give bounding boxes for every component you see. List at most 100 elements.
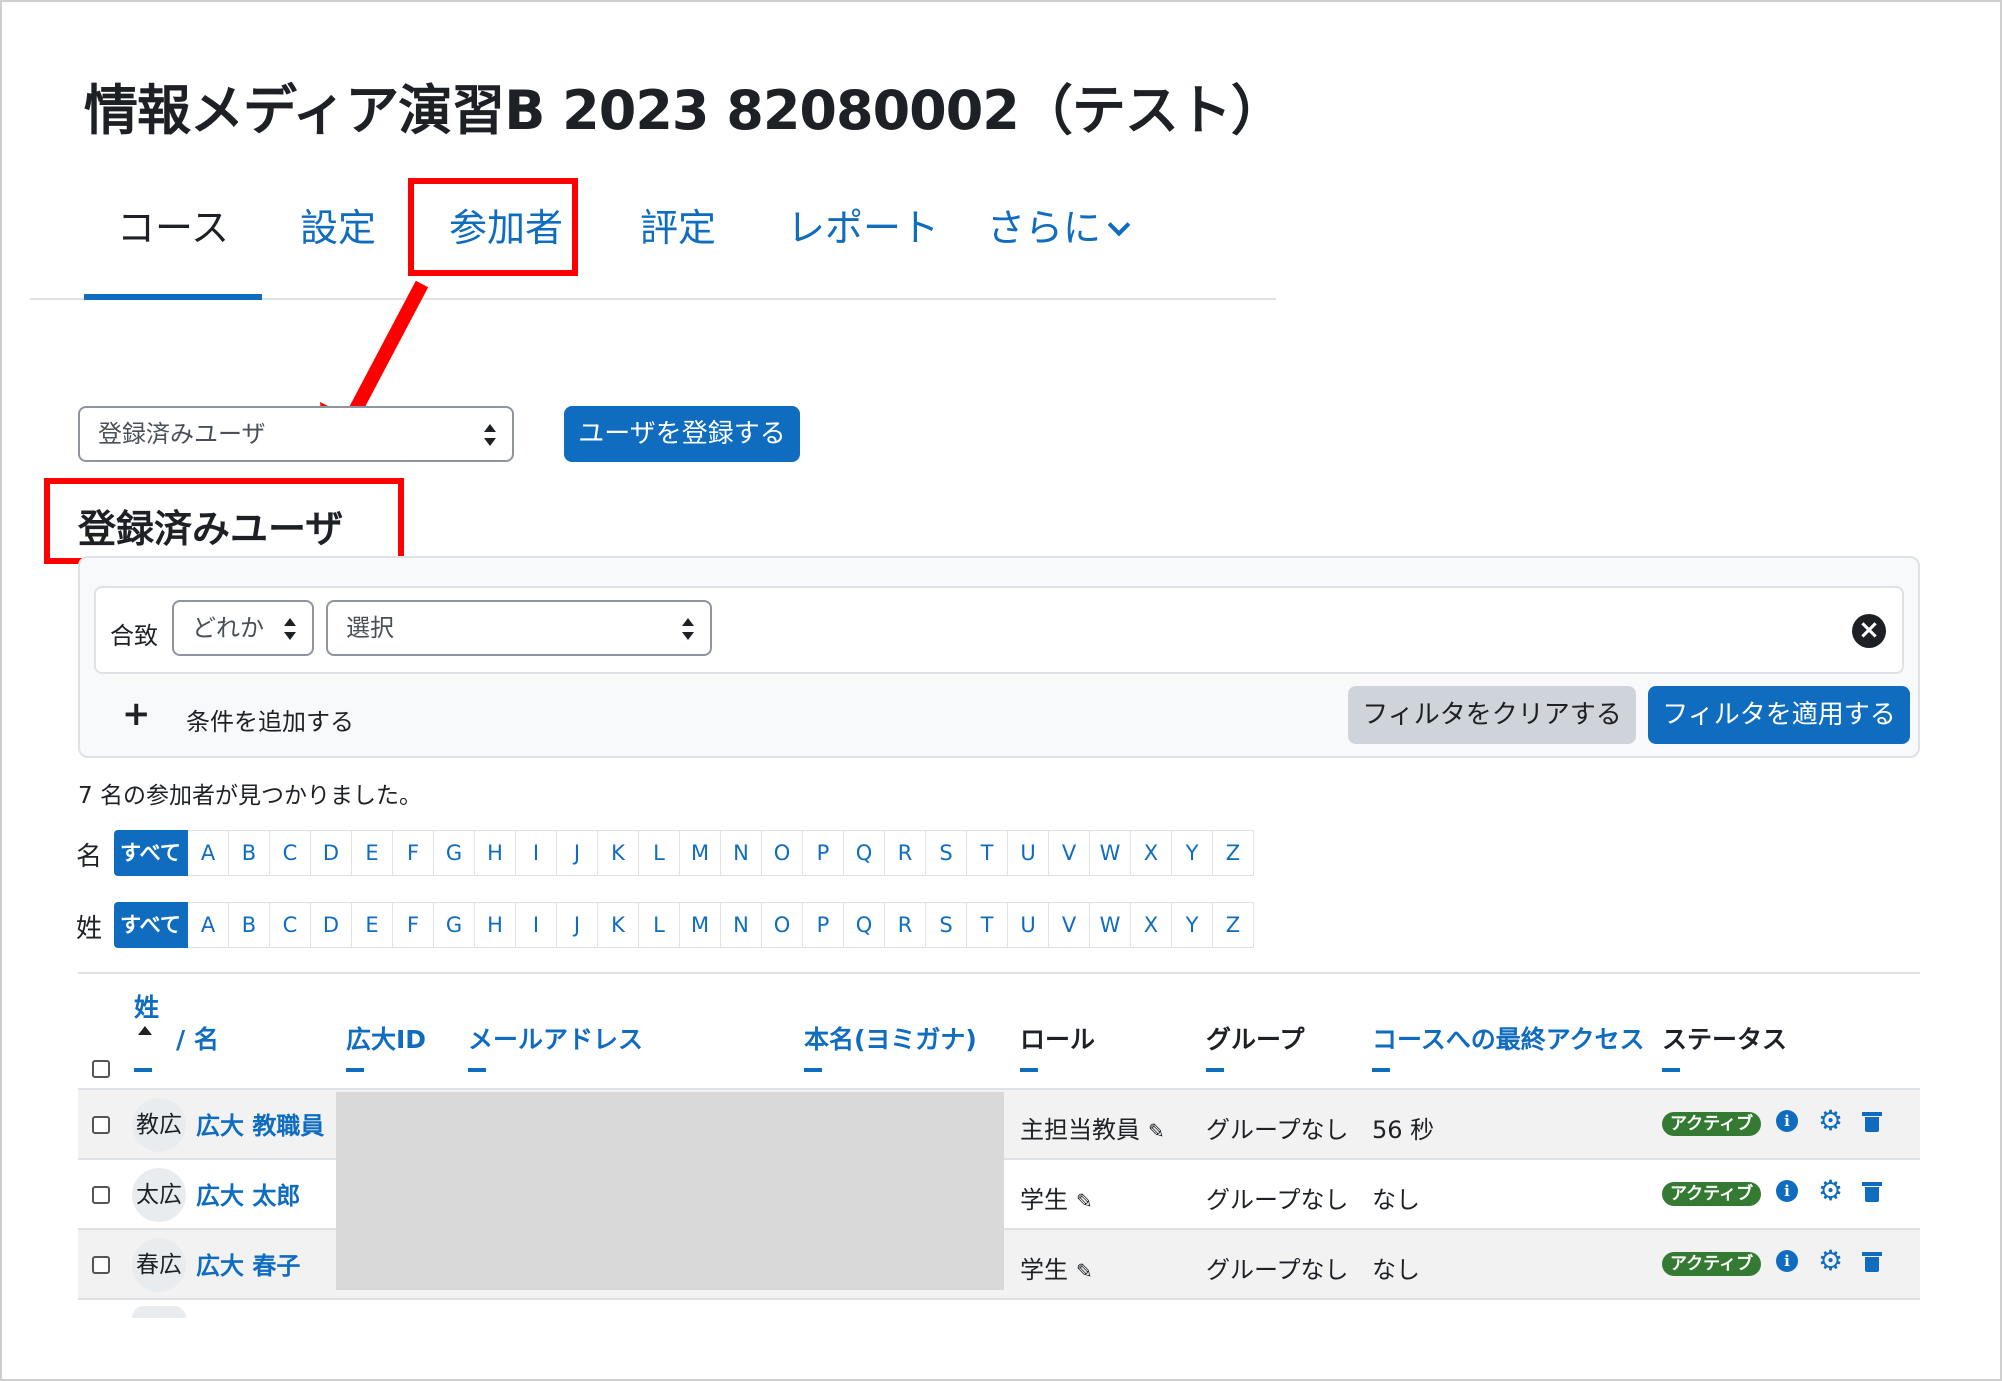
lastname-initial-w[interactable]: W xyxy=(1090,902,1131,948)
lastname-initial-b[interactable]: B xyxy=(229,902,270,948)
tab-more[interactable]: さらに xyxy=(962,200,1152,300)
row-checkbox[interactable] xyxy=(92,1256,110,1274)
info-icon[interactable]: i xyxy=(1776,1110,1798,1132)
firstname-initial-w[interactable]: W xyxy=(1090,830,1131,876)
firstname-initial-x[interactable]: X xyxy=(1131,830,1172,876)
tab-settings[interactable]: 設定 xyxy=(288,200,388,300)
header-hirodai-id[interactable]: 広大ID xyxy=(346,1020,426,1056)
lastname-initial-q[interactable]: Q xyxy=(844,902,885,948)
tab-course[interactable]: コース xyxy=(84,200,262,300)
trash-icon[interactable] xyxy=(1862,1182,1882,1202)
lastname-initial-f[interactable]: F xyxy=(393,902,434,948)
lastname-initial-j[interactable]: J xyxy=(557,902,598,948)
firstname-initial-c[interactable]: C xyxy=(270,830,311,876)
firstname-initial-d[interactable]: D xyxy=(311,830,352,876)
firstname-initial-i[interactable]: I xyxy=(516,830,557,876)
collapse-column-icon[interactable] xyxy=(1662,1068,1680,1072)
firstname-initial-z[interactable]: Z xyxy=(1213,830,1254,876)
row-checkbox[interactable] xyxy=(92,1116,110,1134)
lastname-initial-p[interactable]: P xyxy=(803,902,844,948)
firstname-initial-m[interactable]: M xyxy=(680,830,721,876)
lastname-initial-d[interactable]: D xyxy=(311,902,352,948)
lastname-initial-z[interactable]: Z xyxy=(1213,902,1254,948)
collapse-column-icon[interactable] xyxy=(346,1068,364,1072)
firstname-initial-j[interactable]: J xyxy=(557,830,598,876)
lastname-initial-k[interactable]: K xyxy=(598,902,639,948)
lastname-initial-y[interactable]: Y xyxy=(1172,902,1213,948)
firstname-initial-y[interactable]: Y xyxy=(1172,830,1213,876)
pencil-icon[interactable]: ✎ xyxy=(1076,1189,1093,1213)
lastname-initial-e[interactable]: E xyxy=(352,902,393,948)
lastname-initial-i[interactable]: I xyxy=(516,902,557,948)
lastname-initial-a[interactable]: A xyxy=(188,902,229,948)
pencil-icon[interactable]: ✎ xyxy=(1076,1259,1093,1283)
filter-type-select[interactable]: 選択 xyxy=(326,600,712,656)
collapse-column-icon[interactable] xyxy=(1206,1068,1224,1072)
firstname-initial-h[interactable]: H xyxy=(475,830,516,876)
firstname-initial-p[interactable]: P xyxy=(803,830,844,876)
lastname-initial-o[interactable]: O xyxy=(762,902,803,948)
header-firstname[interactable]: / 名 xyxy=(176,1020,219,1056)
firstname-initial-u[interactable]: U xyxy=(1008,830,1049,876)
lastname-initial-m[interactable]: M xyxy=(680,902,721,948)
clear-filters-button[interactable]: フィルタをクリアする xyxy=(1348,686,1636,744)
participants-view-select[interactable]: 登録済みユーザ xyxy=(78,406,514,462)
gear-icon[interactable]: ⚙ xyxy=(1818,1174,1843,1207)
lastname-initial-h[interactable]: H xyxy=(475,902,516,948)
lastname-initial-n[interactable]: N xyxy=(721,902,762,948)
lastname-initial-x[interactable]: X xyxy=(1131,902,1172,948)
info-icon[interactable]: i xyxy=(1776,1250,1798,1272)
firstname-initial-s[interactable]: S xyxy=(926,830,967,876)
firstname-initial-q[interactable]: Q xyxy=(844,830,885,876)
tab-reports[interactable]: レポート xyxy=(768,200,958,300)
pencil-icon[interactable]: ✎ xyxy=(1148,1119,1165,1143)
lastname-initial-u[interactable]: U xyxy=(1008,902,1049,948)
lastname-initial-s[interactable]: S xyxy=(926,902,967,948)
collapse-column-icon[interactable] xyxy=(1020,1068,1038,1072)
firstname-initial-e[interactable]: E xyxy=(352,830,393,876)
enrol-users-button[interactable]: ユーザを登録する xyxy=(564,406,800,462)
trash-icon[interactable] xyxy=(1862,1252,1882,1272)
firstname-initial-l[interactable]: L xyxy=(639,830,680,876)
lastname-initial-v[interactable]: V xyxy=(1049,902,1090,948)
header-last-access[interactable]: コースへの最終アクセス xyxy=(1372,1020,1645,1056)
gear-icon[interactable]: ⚙ xyxy=(1818,1244,1843,1277)
tab-grades[interactable]: 評定 xyxy=(608,200,748,300)
trash-icon[interactable] xyxy=(1862,1112,1882,1132)
collapse-column-icon[interactable] xyxy=(468,1068,486,1072)
info-icon[interactable]: i xyxy=(1776,1180,1798,1202)
firstname-initial-r[interactable]: R xyxy=(885,830,926,876)
firstname-initial-all[interactable]: すべて xyxy=(114,830,188,876)
select-all-checkbox[interactable] xyxy=(92,1060,110,1078)
firstname-initial-b[interactable]: B xyxy=(229,830,270,876)
firstname-initial-f[interactable]: F xyxy=(393,830,434,876)
apply-filters-button[interactable]: フィルタを適用する xyxy=(1648,686,1910,744)
row-checkbox[interactable] xyxy=(92,1186,110,1204)
header-lastname[interactable]: 姓 xyxy=(134,988,159,1024)
lastname-initial-g[interactable]: G xyxy=(434,902,475,948)
user-name-link[interactable]: 広大 教職員 xyxy=(196,1106,324,1141)
lastname-initial-t[interactable]: T xyxy=(967,902,1008,948)
add-condition-link[interactable]: 条件を追加する xyxy=(186,702,354,737)
remove-filter-icon[interactable]: × xyxy=(1852,614,1886,648)
firstname-initial-a[interactable]: A xyxy=(188,830,229,876)
user-name-link[interactable]: 広大 春子 xyxy=(196,1246,300,1281)
firstname-initial-k[interactable]: K xyxy=(598,830,639,876)
firstname-initial-o[interactable]: O xyxy=(762,830,803,876)
plus-icon[interactable]: + xyxy=(122,694,151,734)
collapse-column-icon[interactable] xyxy=(1372,1068,1390,1072)
gear-icon[interactable]: ⚙ xyxy=(1818,1104,1843,1137)
header-realname[interactable]: 本名(ヨミガナ) xyxy=(804,1020,977,1056)
lastname-initial-r[interactable]: R xyxy=(885,902,926,948)
lastname-initial-all[interactable]: すべて xyxy=(114,902,188,948)
firstname-initial-t[interactable]: T xyxy=(967,830,1008,876)
lastname-initial-l[interactable]: L xyxy=(639,902,680,948)
firstname-initial-g[interactable]: G xyxy=(434,830,475,876)
collapse-column-icon[interactable] xyxy=(134,1068,152,1072)
user-name-link[interactable]: 広大 太郎 xyxy=(196,1176,300,1211)
lastname-initial-c[interactable]: C xyxy=(270,902,311,948)
firstname-initial-n[interactable]: N xyxy=(721,830,762,876)
collapse-column-icon[interactable] xyxy=(804,1068,822,1072)
match-type-select[interactable]: どれか xyxy=(172,600,314,656)
firstname-initial-v[interactable]: V xyxy=(1049,830,1090,876)
